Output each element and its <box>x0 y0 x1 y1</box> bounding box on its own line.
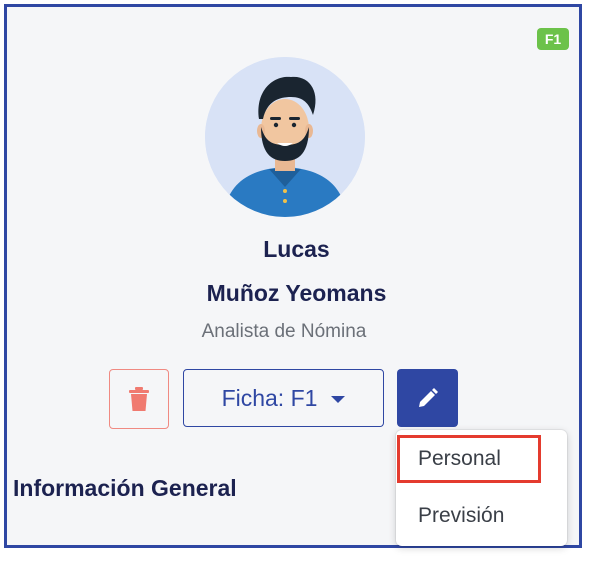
trash-icon <box>129 387 149 411</box>
caret-down-icon <box>331 395 346 403</box>
section-title: Información General <box>13 475 237 501</box>
ficha-dropdown-button[interactable]: Ficha: F1 <box>183 369 384 427</box>
highlight-box <box>397 435 541 483</box>
ficha-dropdown-menu: Personal Previsión <box>396 430 567 546</box>
pencil-icon <box>418 388 438 407</box>
employee-job-title: Analista de Nómina <box>201 321 367 342</box>
employee-first-name: Lucas <box>263 236 330 262</box>
menu-item-label: Previsión <box>418 504 505 527</box>
ficha-badge: F1 <box>537 28 569 50</box>
avatar-illustration <box>205 57 365 217</box>
edit-button[interactable] <box>397 369 458 427</box>
delete-button[interactable] <box>109 369 169 429</box>
menu-item-prevision[interactable]: Previsión <box>396 492 567 540</box>
ficha-label: Ficha: F1 <box>221 384 318 411</box>
employee-last-name: Muñoz Yeomans <box>206 280 387 306</box>
menu-item-personal[interactable]: Personal <box>396 435 567 483</box>
avatar <box>205 57 365 217</box>
